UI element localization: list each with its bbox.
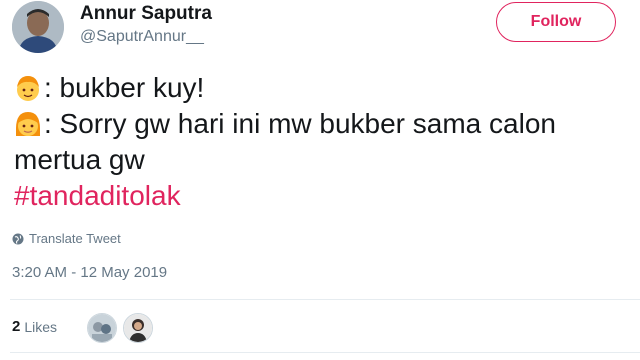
liker-avatar[interactable] [87, 313, 117, 343]
follow-button[interactable]: Follow [496, 2, 616, 42]
tweet-line-1-text: : bukber kuy! [44, 72, 205, 103]
divider [10, 299, 640, 300]
tweet-line-3-text: mertua gw [14, 144, 145, 175]
tweet-line-1: : bukber kuy! [14, 70, 634, 106]
likes-count[interactable]: 2 Likes [12, 318, 57, 335]
author-name[interactable]: Annur Saputra [80, 3, 212, 25]
boy-emoji-icon [14, 73, 42, 103]
likes-label: Likes [24, 318, 58, 335]
translate-label: Translate Tweet [29, 231, 121, 246]
tweet-timestamp[interactable]: 3:20 AM - 12 May 2019 [12, 264, 167, 281]
girl-emoji-icon [14, 109, 42, 139]
likes-number: 2 [12, 318, 21, 335]
divider [10, 352, 640, 353]
translate-tweet-link[interactable]: Translate Tweet [12, 231, 121, 246]
likers-avatars [87, 313, 153, 343]
liker-avatar[interactable] [123, 313, 153, 343]
tweet-line-2: : Sorry gw hari ini mw bukber sama calon [14, 106, 634, 142]
tweet-line-2-text: : Sorry gw hari ini mw bukber sama calon [44, 108, 556, 139]
author-handle[interactable]: @SaputrAnnur__ [80, 28, 204, 46]
tweet-text: : bukber kuy! : Sorry gw hari ini mw buk… [14, 70, 634, 214]
author-avatar[interactable] [12, 1, 64, 53]
hashtag-link[interactable]: #tandaditolak [14, 178, 181, 214]
tweet-line-4: #tandaditolak [14, 178, 634, 214]
tweet-line-3: mertua gw [14, 142, 634, 178]
globe-icon [12, 233, 24, 244]
avatar-image [12, 1, 64, 53]
